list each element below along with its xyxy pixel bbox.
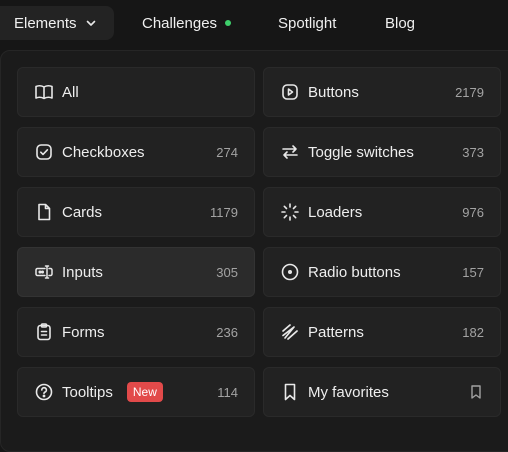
menu-item-loaders[interactable]: Loaders 976 (263, 187, 501, 237)
top-nav: Elements Challenges Spotlight Blog (0, 0, 508, 46)
menu-item-cards[interactable]: Cards 1179 (17, 187, 255, 237)
menu-item-count: 976 (462, 204, 484, 220)
menu-item-count: 114 (217, 384, 238, 400)
nav-challenges-label: Challenges (142, 14, 218, 32)
menu-item-checkboxes[interactable]: Checkboxes 274 (17, 127, 255, 177)
menu-item-my-favorites[interactable]: My favorites (263, 367, 501, 417)
menu-item-toggle-switches[interactable]: Toggle switches 373 (263, 127, 501, 177)
toggle-arrows-icon (280, 142, 300, 162)
card-file-icon (34, 202, 54, 222)
menu-item-buttons[interactable]: Buttons 2179 (263, 67, 501, 117)
menu-item-label: Inputs (62, 263, 103, 281)
nav-blog[interactable]: Blog (385, 6, 415, 40)
help-circle-icon (34, 382, 54, 402)
bookmark-outline-icon (468, 384, 484, 400)
menu-item-forms[interactable]: Forms 236 (17, 307, 255, 357)
menu-item-label: All (62, 83, 79, 101)
menu-item-label: My favorites (308, 383, 389, 401)
menu-item-label: Checkboxes (62, 143, 145, 161)
menu-item-all[interactable]: All (17, 67, 255, 117)
book-open-icon (34, 82, 54, 102)
menu-item-count: 236 (216, 324, 238, 340)
nav-elements-dropdown[interactable]: Elements (0, 6, 114, 40)
menu-item-inputs[interactable]: Inputs 305 (17, 247, 255, 297)
nav-challenges[interactable]: Challenges (142, 6, 232, 40)
menu-item-count: 2179 (455, 84, 484, 100)
menu-item-count: 373 (462, 144, 484, 160)
menu-item-label: Toggle switches (308, 143, 414, 161)
bookmark-icon (280, 382, 300, 402)
nav-spotlight-label: Spotlight (278, 14, 337, 32)
menu-item-radio-buttons[interactable]: Radio buttons 157 (263, 247, 501, 297)
menu-item-count: 157 (462, 264, 484, 280)
nav-spotlight[interactable]: Spotlight (278, 6, 336, 40)
new-badge: New (126, 382, 163, 402)
radio-icon (280, 262, 300, 282)
menu-item-label: Patterns (308, 323, 364, 341)
checkbox-icon (34, 142, 54, 162)
input-cursor-icon (34, 262, 54, 282)
chevron-down-icon (85, 17, 97, 29)
menu-item-label: Loaders (308, 203, 363, 221)
button-icon (280, 82, 300, 102)
menu-item-label: Buttons (308, 83, 359, 101)
menu-item-label: Forms (62, 323, 105, 341)
status-dot (225, 20, 232, 26)
nav-blog-label: Blog (385, 14, 416, 32)
nav-elements-label: Elements (14, 14, 77, 32)
menu-item-label: Radio buttons (308, 263, 401, 281)
clipboard-form-icon (34, 322, 54, 342)
menu-item-count: 274 (216, 144, 238, 160)
menu-item-label: Cards (62, 203, 103, 221)
menu-item-count: 1179 (210, 204, 238, 220)
elements-menu-panel: All Buttons 2179 Checkboxes 274 Toggle s… (0, 50, 508, 452)
menu-item-label: Tooltips (62, 383, 113, 401)
menu-item-patterns[interactable]: Patterns 182 (263, 307, 501, 357)
menu-item-tooltips[interactable]: Tooltips New 114 (17, 367, 255, 417)
menu-item-count: 182 (462, 324, 484, 340)
loader-spinner-icon (280, 202, 300, 222)
pattern-waves-icon (280, 322, 300, 342)
menu-item-count: 305 (216, 264, 238, 280)
